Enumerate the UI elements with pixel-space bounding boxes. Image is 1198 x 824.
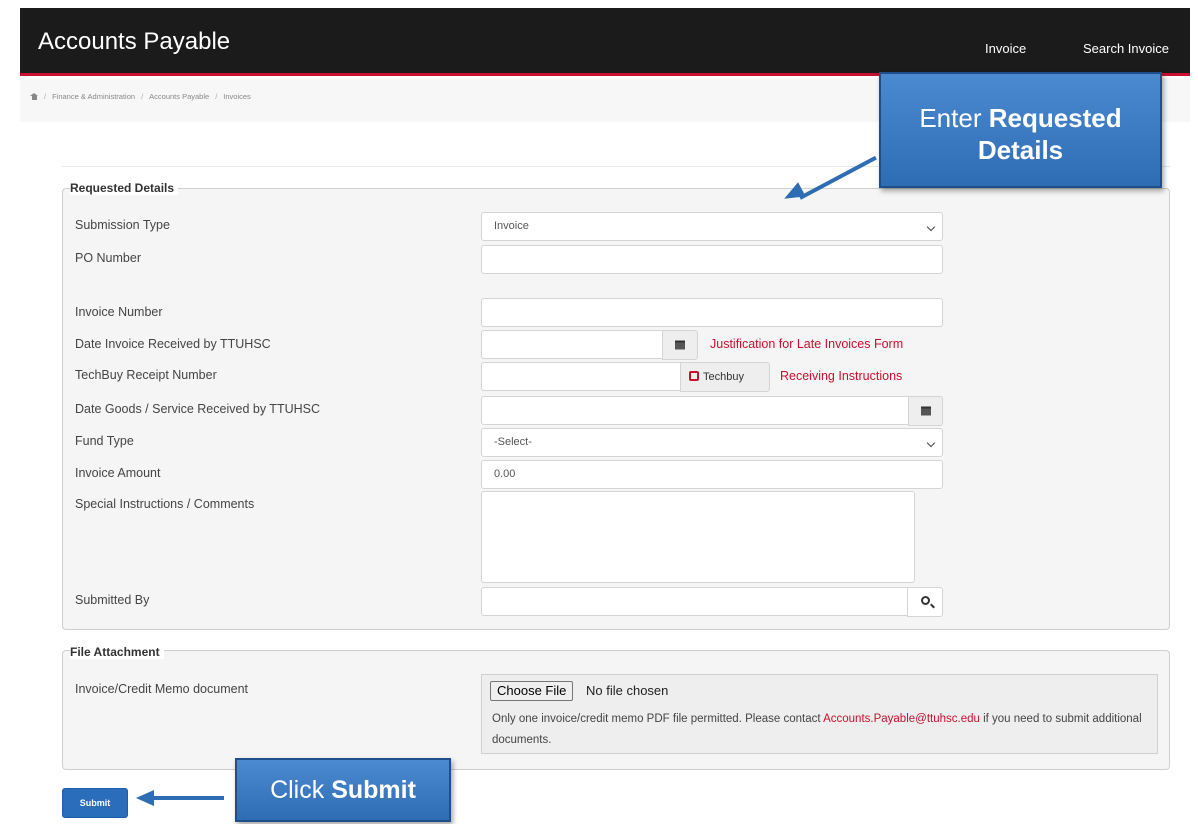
- submit-button[interactable]: Submit: [62, 788, 128, 818]
- techbuy-button-label: Techbuy: [703, 371, 744, 383]
- submission-type-select[interactable]: Invoice: [481, 212, 943, 241]
- date-invoice-picker-button[interactable]: [662, 330, 698, 360]
- date-invoice-received-label: Date Invoice Received by TTUHSC: [75, 337, 271, 351]
- receiving-instructions-link[interactable]: Receiving Instructions: [780, 369, 902, 383]
- late-invoices-form-link[interactable]: Justification for Late Invoices Form: [710, 337, 903, 351]
- po-number-label: PO Number: [75, 251, 141, 265]
- nav-invoice[interactable]: Invoice: [985, 41, 1026, 56]
- date-goods-received-label: Date Goods / Service Received by TTUHSC: [75, 402, 321, 416]
- callout-enter-details: Enter Requested Details: [879, 72, 1162, 188]
- submit-arrow-line: [150, 796, 224, 800]
- submitted-by-input[interactable]: [481, 587, 908, 616]
- po-number-input[interactable]: [481, 245, 943, 274]
- external-link-icon: [689, 371, 699, 381]
- invoice-amount-label: Invoice Amount: [75, 466, 161, 480]
- choose-file-button[interactable]: Choose File: [490, 681, 574, 701]
- date-goods-received-input[interactable]: [481, 396, 909, 425]
- date-invoice-received-input[interactable]: [481, 330, 663, 359]
- file-note: Only one invoice/credit memo PDF file pe…: [492, 709, 1142, 751]
- breadcrumb-finance[interactable]: Finance & Administration: [52, 92, 135, 101]
- calendar-icon: [675, 340, 685, 350]
- file-attachment-legend: File Attachment: [70, 645, 164, 659]
- requested-details-legend: Requested Details: [70, 181, 179, 195]
- invoice-number-label: Invoice Number: [75, 305, 163, 319]
- calendar-icon: [920, 406, 931, 416]
- invoice-amount-input[interactable]: 0.00: [481, 460, 943, 489]
- home-icon[interactable]: [30, 93, 38, 100]
- special-instructions-label: Special Instructions / Comments: [75, 497, 255, 511]
- callout-enter-bold: Requested Details: [977, 103, 1122, 165]
- accounts-payable-email-link[interactable]: Accounts.Payable@ttuhsc.edu: [823, 713, 980, 725]
- invoice-number-input[interactable]: [481, 298, 943, 327]
- breadcrumb-accounts-payable[interactable]: Accounts Payable: [149, 92, 209, 101]
- submit-arrow-head: [136, 790, 154, 806]
- nav-search-invoice[interactable]: Search Invoice: [1083, 41, 1169, 56]
- callout-enter-text: Enter: [919, 103, 989, 133]
- submission-type-label: Submission Type: [75, 218, 170, 232]
- callout-click-text: Click: [270, 776, 332, 804]
- date-goods-picker-button[interactable]: [908, 396, 943, 426]
- no-file-chosen-text: No file chosen: [586, 683, 669, 698]
- callout-click-bold: Submit: [331, 776, 416, 804]
- invoice-document-label: Invoice/Credit Memo document: [75, 682, 248, 696]
- techbuy-button[interactable]: Techbuy: [680, 362, 770, 392]
- callout-click-submit: Click Submit: [235, 758, 451, 822]
- top-navbar: Accounts Payable Invoice Search Invoice: [20, 8, 1190, 76]
- techbuy-receipt-input[interactable]: [481, 362, 681, 391]
- techbuy-receipt-label: TechBuy Receipt Number: [75, 368, 217, 382]
- breadcrumb-invoices: Invoices: [223, 92, 251, 101]
- brand-title[interactable]: Accounts Payable: [38, 28, 230, 56]
- breadcrumb: / Finance & Administration / Accounts Pa…: [30, 92, 251, 101]
- submitted-by-label: Submitted By: [75, 593, 150, 607]
- submitted-by-search-button[interactable]: [907, 587, 943, 617]
- file-input-area: Choose File No file chosen Only one invo…: [481, 674, 1158, 754]
- fund-type-label: Fund Type: [75, 434, 134, 448]
- search-icon: [921, 596, 930, 605]
- file-note-text: Only one invoice/credit memo PDF file pe…: [492, 713, 824, 725]
- special-instructions-textarea[interactable]: [481, 491, 915, 583]
- fund-type-select[interactable]: -Select-: [481, 428, 943, 457]
